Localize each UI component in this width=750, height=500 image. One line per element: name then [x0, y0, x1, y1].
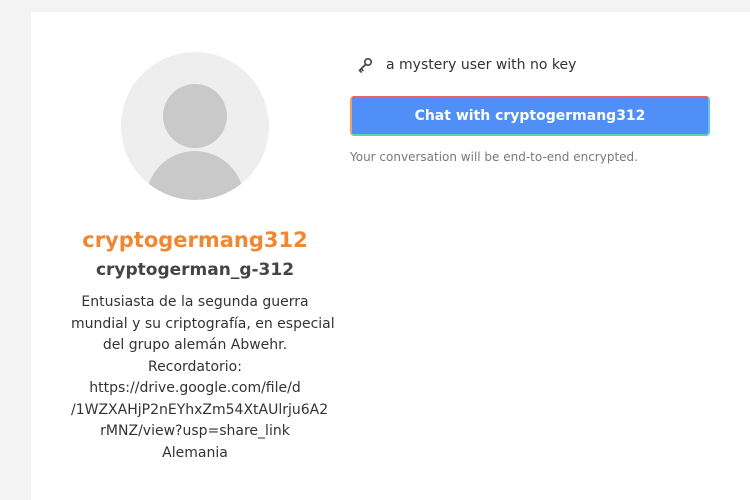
- encryption-note: Your conversation will be end-to-end enc…: [350, 150, 638, 164]
- profile-card: cryptogermang312 cryptogerman_g-312 Entu…: [31, 12, 750, 500]
- avatar: [121, 52, 269, 200]
- bio: Entusiasta de la segunda guerra mundial …: [71, 292, 335, 464]
- display-name: cryptogermang312: [82, 228, 308, 252]
- bio-link-line[interactable]: https://drive.google.com/file/d: [71, 378, 319, 400]
- bio-link-line[interactable]: /1WZXAHjP2nEYhxZm54XtAUlrju6A2: [71, 400, 328, 422]
- bio-line: Alemania: [162, 444, 228, 461]
- bio-line: Recordatorio:: [148, 358, 242, 375]
- username: cryptogerman_g-312: [95, 260, 295, 280]
- key-status-text: a mystery user with no key: [386, 57, 577, 73]
- bio-line: del grupo alemán Abwehr.: [102, 337, 288, 353]
- key-status-row: a mystery user with no key: [350, 54, 576, 76]
- chat-button[interactable]: Chat with cryptogermang312: [350, 96, 710, 136]
- avatar-body-shape: [146, 151, 244, 200]
- avatar-head-shape: [163, 84, 227, 148]
- bio-line: mundial y su criptografía, en especial: [71, 315, 335, 332]
- bio-link-line[interactable]: rMNZ/view?usp=share_link: [71, 421, 319, 443]
- bio-line: Entusiasta de la segunda guerra: [81, 294, 309, 310]
- key-icon: [356, 56, 374, 74]
